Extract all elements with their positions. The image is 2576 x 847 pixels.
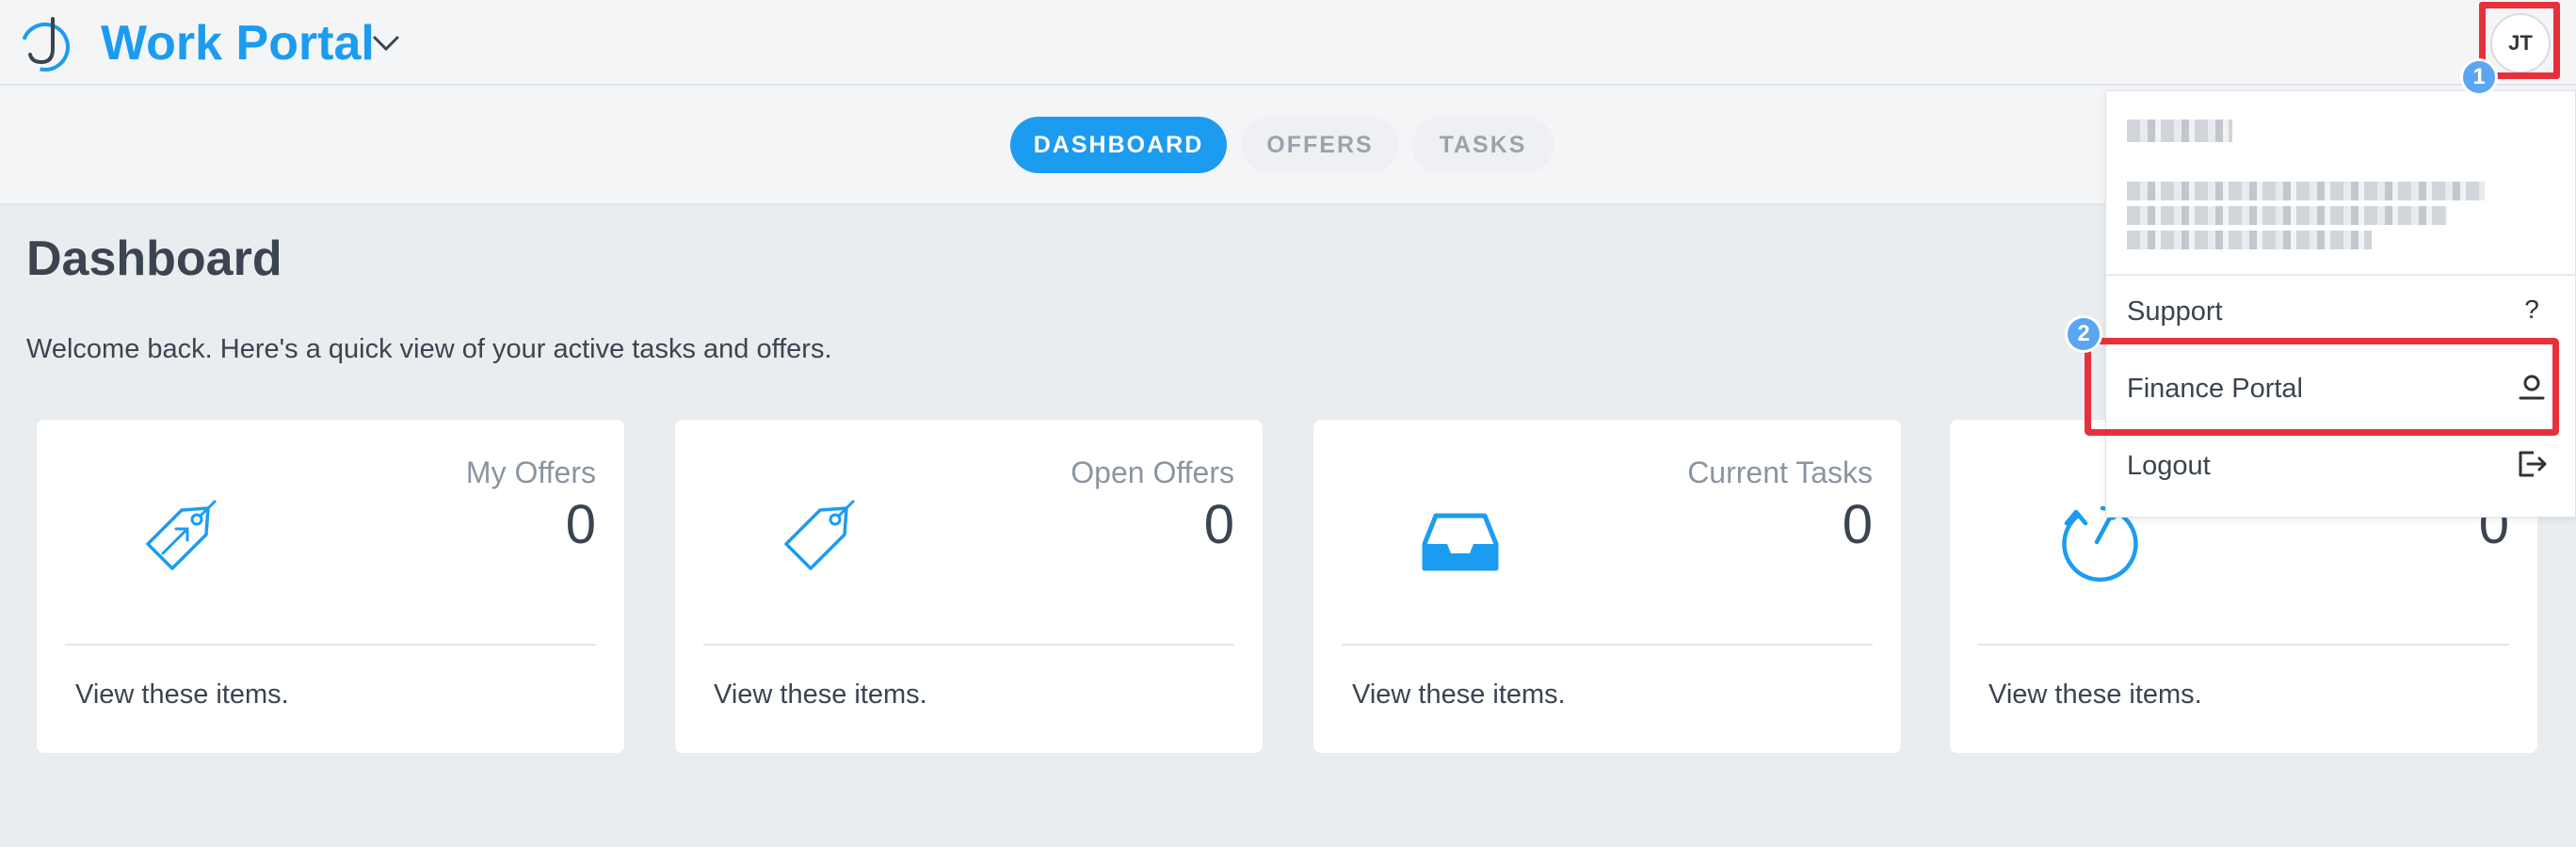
portal-logo-icon[interactable] bbox=[19, 13, 75, 73]
step-badge-2: 2 bbox=[2065, 315, 2102, 353]
tag-icon bbox=[784, 499, 856, 570]
chevron-down-icon[interactable] bbox=[369, 30, 403, 56]
card-open-offers: Open Offers 0 View these items. bbox=[675, 420, 1263, 753]
divider bbox=[1342, 644, 1873, 646]
user-details-redacted bbox=[2127, 206, 2447, 225]
step-badge-1: 1 bbox=[2460, 58, 2498, 96]
card-my-offers: My Offers 0 View these items. bbox=[37, 420, 624, 753]
tag-arrow-icon bbox=[146, 499, 217, 570]
inbox-tray-icon bbox=[1422, 513, 1499, 571]
card-current-tasks: Current Tasks 0 View these items. bbox=[1313, 420, 1901, 753]
card-label: Current Tasks bbox=[1687, 455, 1873, 489]
view-items-link[interactable]: View these items. bbox=[1352, 679, 1566, 711]
card-label: My Offers bbox=[465, 455, 596, 489]
divider bbox=[65, 644, 596, 646]
view-items-link[interactable]: View these items. bbox=[1988, 679, 2202, 711]
welcome-text: Welcome back. Here's a quick view of you… bbox=[26, 334, 832, 364]
question-icon: ? bbox=[2524, 295, 2539, 324]
view-items-link[interactable]: View these items. bbox=[75, 679, 289, 711]
tab-dashboard[interactable]: DASHBOARD bbox=[1010, 117, 1227, 173]
tab-offers[interactable]: OFFERS bbox=[1241, 117, 1399, 173]
logout-icon bbox=[2519, 451, 2547, 477]
menu-item-label: Logout bbox=[2127, 451, 2211, 481]
user-details-redacted bbox=[2127, 231, 2372, 249]
user-name-redacted bbox=[2127, 120, 2232, 142]
tab-tasks[interactable]: TASKS bbox=[1412, 117, 1554, 173]
card-count: 0 bbox=[565, 494, 596, 555]
page-title: Dashboard bbox=[26, 232, 282, 286]
card-label: Open Offers bbox=[1071, 455, 1234, 489]
divider bbox=[1978, 644, 2509, 646]
card-count: 0 bbox=[1203, 494, 1234, 555]
menu-item-logout[interactable]: Logout bbox=[2106, 430, 2576, 505]
menu-item-label: Support bbox=[2127, 296, 2223, 327]
user-menu-dropdown: Support ? Finance Portal Logout bbox=[2105, 90, 2576, 518]
card-count: 0 bbox=[1842, 494, 1873, 555]
view-items-link[interactable]: View these items. bbox=[714, 679, 927, 711]
divider bbox=[703, 644, 1234, 646]
app-title[interactable]: Work Portal bbox=[101, 13, 375, 73]
top-bar: Work Portal JT bbox=[0, 0, 2576, 86]
user-details-redacted bbox=[2127, 182, 2485, 200]
highlight-finance-portal bbox=[2085, 338, 2559, 436]
